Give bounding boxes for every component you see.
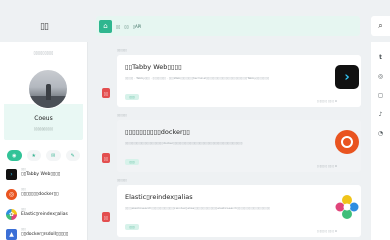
post-title[interactable]: ▯▯Tabby Web▯▯▯▯: [125, 63, 182, 71]
list-item[interactable]: ✿ ▯▯▯ Elastic▯reindex▯alias: [6, 207, 81, 227]
search-button[interactable]: ⌕: [371, 16, 390, 36]
github-icon[interactable]: ◔: [371, 130, 390, 137]
recent-icon: ◉: [12, 152, 17, 159]
social-rail: t ◎ ◻ ♪ ◔: [371, 42, 390, 240]
home-button[interactable]: ⌂: [99, 19, 112, 33]
post-date: ▯▯▯: [21, 187, 26, 191]
qq-icon[interactable]: ♪: [371, 111, 390, 118]
instagram-icon[interactable]: ◻: [371, 92, 390, 99]
post-title[interactable]: ▯▯docker▯rsdoll▯▯▯▯▯: [21, 232, 68, 237]
comment-icon: ✉: [51, 152, 56, 159]
post-badge: ▯▯: [102, 88, 110, 98]
list-item[interactable]: › ▯▯▯ ▯▯Tabby Web▯▯▯▯: [6, 167, 81, 187]
avatar-figure: [46, 84, 51, 100]
nav-link-api[interactable]: ▯API: [133, 24, 142, 29]
top-nav: ⌂ ▯▯ ▯▯ ▯API: [96, 16, 360, 36]
logo-glyph: ▯▯: [40, 22, 49, 32]
post-date: ▯▯▯: [21, 227, 26, 231]
home-icon: ⌂: [103, 22, 108, 30]
post-excerpt: ▯▯▯▯▯ · Tabby▯▯▯ · ▯▯▯▯▯▯▯▯ · ▯▯▯Web▯▯▯▯…: [125, 76, 270, 80]
list-item[interactable]: ▲ ▯▯▯ ▯▯docker▯rsdoll▯▯▯▯▯: [6, 227, 81, 240]
tab-comment[interactable]: ✉: [46, 150, 61, 161]
sidebar: ▯▯▯▯▯▯▯▯▯ Coeus ▯▯▯▯▯▯▯▯▯▯ ◉ ★ ✉ ✎ › ▯▯▯…: [0, 42, 88, 240]
profile-bio: ▯▯▯▯▯▯▯▯▯▯: [33, 127, 54, 131]
post-badge: ▯▯: [102, 212, 110, 222]
post-thumb: ›: [6, 169, 17, 180]
post-badge: ▯▯: [102, 153, 110, 163]
tab-tag[interactable]: ✎: [65, 150, 80, 161]
post-thumb: ◎: [6, 189, 17, 200]
tab-favorite[interactable]: ★: [26, 150, 41, 161]
post-thumb: ▲: [6, 229, 17, 240]
sidebar-header: ▯▯▯▯▯▯▯▯▯: [33, 49, 54, 55]
profile-card: Coeus ▯▯▯▯▯▯▯▯▯▯: [4, 62, 83, 140]
post-title[interactable]: Elastic▯reindex▯alias: [125, 193, 193, 201]
post-meta: ▯ ▯▯▯ ▯ ▯▯ ▯ 0: [317, 164, 337, 168]
search-icon: ⌕: [378, 21, 383, 30]
post-meta: ▯ ▯▯▯ ▯ ▯▯ ▯ 0: [317, 229, 337, 233]
nav-link[interactable]: ▯▯: [124, 24, 128, 29]
elastic-logo-icon: [335, 195, 359, 219]
star-icon: ★: [31, 152, 36, 159]
post-tag[interactable]: ▯▯▯: [125, 224, 139, 230]
twitter-icon[interactable]: t: [371, 54, 390, 61]
post-card[interactable]: Elastic▯reindex▯alias ▯▯▯▯elasticsearch▯…: [117, 185, 361, 237]
post-meta: ▯ ▯▯▯ ▯ ▯▯ ▯ 0: [317, 99, 337, 103]
post-date: ▯▯▯▯▯▯: [117, 113, 127, 117]
ubuntu-logo-icon: [335, 130, 359, 154]
profile-name: Coeus: [34, 115, 53, 122]
post-date: ▯▯▯▯▯▯: [117, 48, 127, 52]
post-thumb: ✿: [6, 209, 17, 220]
post-date: ▯▯▯: [21, 167, 26, 171]
post-excerpt: ▯▯▯▯elasticsearch▯▯▯▯▯▯▯▯▯▯▯▯▯▯reindex▯a…: [125, 206, 271, 210]
post-title[interactable]: Elastic▯reindex▯alias: [21, 212, 68, 217]
post-tag[interactable]: ▯▯▯: [125, 94, 139, 100]
site-logo[interactable]: ▯▯: [0, 9, 88, 45]
nav-link[interactable]: ▯▯: [116, 24, 120, 29]
sidebar-tabs: ◉ ★ ✉ ✎: [0, 140, 87, 167]
avatar[interactable]: [28, 69, 68, 109]
post-card[interactable]: ▯▯▯▯▯▯▯▯▯▯docker▯▯ ▯▯▯▯▯▯▯▯▯▯▯▯▯▯▯▯▯▯▯▯▯…: [117, 120, 361, 172]
post-card[interactable]: ▯▯Tabby Web▯▯▯▯ ▯▯▯▯▯ · Tabby▯▯▯ · ▯▯▯▯▯…: [117, 55, 361, 107]
tag-icon: ✎: [70, 152, 75, 159]
post-date: ▯▯▯: [21, 207, 26, 211]
post-date: ▯▯▯▯▯▯: [117, 178, 127, 182]
recent-post-list: › ▯▯▯ ▯▯Tabby Web▯▯▯▯ ◎ ▯▯▯ ▯▯▯▯▯▯▯docke…: [0, 167, 87, 240]
list-item[interactable]: ◎ ▯▯▯ ▯▯▯▯▯▯▯docker▯▯: [6, 187, 81, 207]
weibo-icon[interactable]: ◎: [371, 73, 390, 80]
post-feed: ▯▯▯▯▯▯ ▯▯ ▯▯Tabby Web▯▯▯▯ ▯▯▯▯▯ · Tabby▯…: [96, 42, 364, 240]
post-title[interactable]: ▯▯▯▯▯▯▯▯▯▯docker▯▯: [125, 128, 190, 136]
post-excerpt: ▯▯▯▯▯▯▯▯▯▯▯▯▯▯▯▯▯▯▯▯▯▯▯docker▯▯▯▯▯▯▯▯▯▯▯…: [125, 141, 243, 145]
profile-band: [4, 104, 83, 140]
post-tag[interactable]: ▯▯▯: [125, 159, 139, 165]
tabby-logo-icon: ›: [335, 65, 359, 89]
post-title[interactable]: ▯▯Tabby Web▯▯▯▯: [21, 172, 60, 177]
post-title[interactable]: ▯▯▯▯▯▯▯docker▯▯: [21, 192, 58, 197]
tab-recent[interactable]: ◉: [7, 150, 22, 161]
